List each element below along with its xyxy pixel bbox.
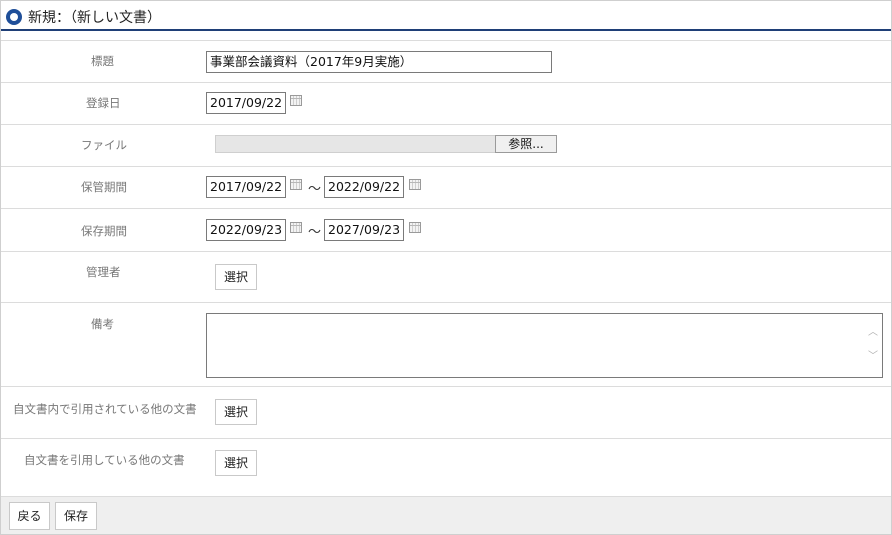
calendar-icon[interactable] <box>409 222 421 233</box>
calendar-icon[interactable] <box>290 95 302 106</box>
circle-marker-icon <box>6 9 22 25</box>
title-input[interactable]: 事業部会議資料（2017年9月実施） <box>206 51 552 73</box>
range-separator: ～ <box>308 225 322 240</box>
page-title: 新規：（新しい文書） <box>28 10 161 26</box>
manager-select-button[interactable]: 選択 <box>215 264 257 290</box>
range-separator: ～ <box>308 182 322 197</box>
save-button[interactable]: 保存 <box>55 502 97 530</box>
row-cited-documents: 自文書内で引用されている他の文書 選択 <box>1 386 891 438</box>
registered-date-label: 登録日 <box>86 96 121 110</box>
storage-period-label: 保管期間 <box>81 180 127 194</box>
calendar-icon[interactable] <box>409 179 421 190</box>
cited-documents-label: 自文書内で引用されている他の文書 <box>13 402 197 416</box>
calendar-icon[interactable] <box>290 179 302 190</box>
remarks-label: 備考 <box>91 317 114 331</box>
retention-from-input[interactable]: 2022/09/23 <box>206 219 286 241</box>
row-retention-period: 保存期間 2022/09/23 ～ 2027/09/23 <box>1 208 891 251</box>
title-bar: 新規：（新しい文書） <box>1 1 891 31</box>
back-button[interactable]: 戻る <box>9 502 50 530</box>
storage-from-input[interactable]: 2017/09/22 <box>206 176 286 198</box>
calendar-icon[interactable] <box>290 222 302 233</box>
retention-period-label: 保存期間 <box>81 224 127 238</box>
citing-documents-label: 自文書を引用している他の文書 <box>24 453 185 467</box>
row-citing-documents: 自文書を引用している他の文書 選択 <box>1 438 891 489</box>
row-remarks: 備考 ︿ ﹀ <box>1 302 891 386</box>
row-manager: 管理者 選択 <box>1 251 891 302</box>
row-title: 標題 事業部会議資料（2017年9月実施） <box>1 40 891 82</box>
browse-button[interactable]: 参照... <box>495 135 557 153</box>
manager-label: 管理者 <box>86 265 121 279</box>
row-file: ファイル 参照... <box>1 124 891 166</box>
storage-to-input[interactable]: 2022/09/22 <box>324 176 404 198</box>
title-label: 標題 <box>91 54 114 68</box>
scroll-down-icon[interactable]: ﹀ <box>868 352 878 362</box>
file-label: ファイル <box>81 138 127 152</box>
citing-documents-select-button[interactable]: 選択 <box>215 450 257 476</box>
remarks-textarea[interactable]: ︿ ﹀ <box>206 313 883 378</box>
file-path-field[interactable] <box>215 135 496 153</box>
cited-documents-select-button[interactable]: 選択 <box>215 399 257 425</box>
scroll-up-icon[interactable]: ︿ <box>868 328 878 338</box>
footer-toolbar: 戻る 保存 <box>1 496 891 534</box>
row-registered-date: 登録日 2017/09/22 <box>1 82 891 124</box>
retention-to-input[interactable]: 2027/09/23 <box>324 219 404 241</box>
registered-date-input[interactable]: 2017/09/22 <box>206 92 286 114</box>
row-storage-period: 保管期間 2017/09/22 ～ 2022/09/22 <box>1 166 891 208</box>
new-document-form: 新規：（新しい文書） 標題 事業部会議資料（2017年9月実施） 登録日 201… <box>0 0 892 535</box>
